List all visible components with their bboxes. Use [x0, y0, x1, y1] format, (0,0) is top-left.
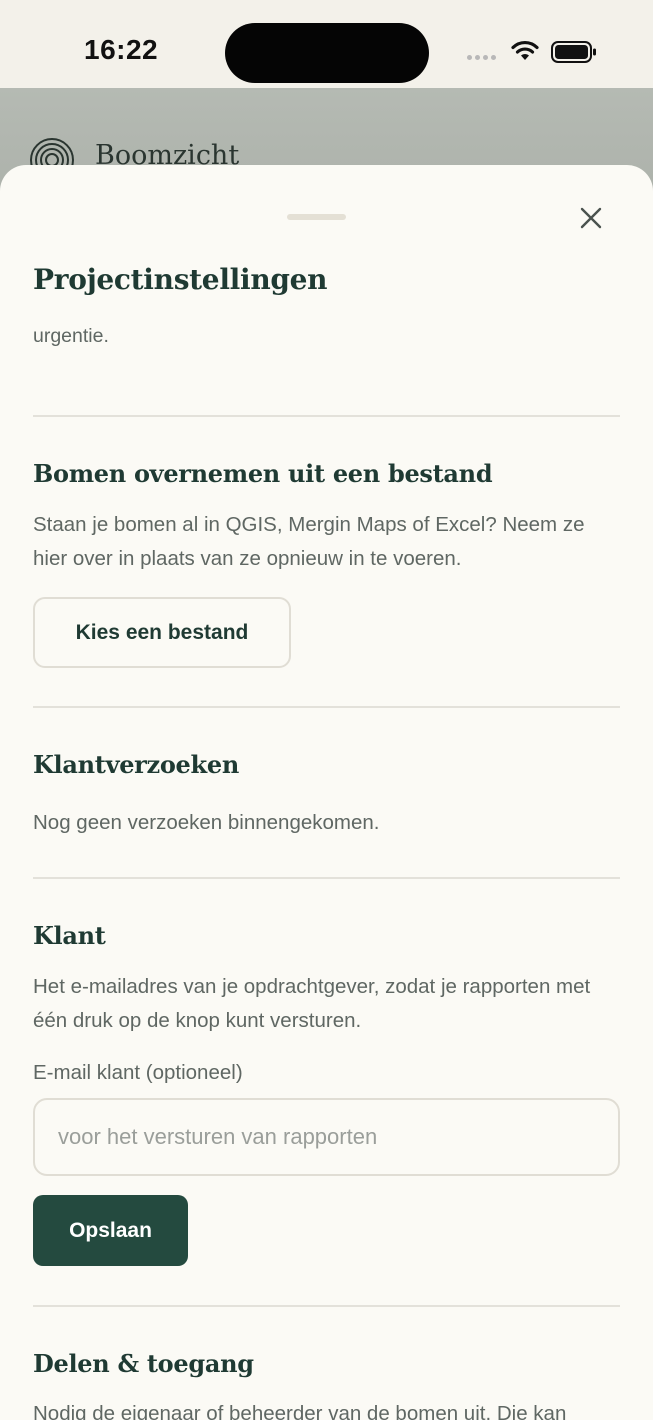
battery-icon [551, 41, 596, 63]
import-section-title: Bomen overnemen uit een bestand [33, 459, 493, 488]
signal-icon [467, 55, 496, 60]
share-section-description: Nodig de eigenaar of beheerder van de bo… [33, 1402, 567, 1420]
intro-text: nodig heeft — net als de gebreken, aanta… [33, 315, 600, 347]
close-icon [580, 207, 602, 229]
divider [33, 415, 620, 417]
settings-scroll-area[interactable]: nodig heeft — net als de gebreken, aanta… [0, 315, 653, 1420]
status-time: 16:22 [84, 34, 159, 65]
status-bar: 16:22 [0, 0, 653, 88]
import-section-description: Staan je bomen al in QGIS, Mergin Maps o… [33, 513, 585, 570]
wifi-icon [511, 40, 539, 60]
client-section-title: Klant [33, 921, 106, 950]
client-section-description: Het e-mailadres van je opdrachtgever, zo… [33, 975, 591, 1032]
project-settings-sheet: Projectinstellingen nodig heeft — net al… [0, 165, 653, 1420]
choose-file-button[interactable]: Kies een bestand [33, 597, 291, 668]
sheet-title: Projectinstellingen [33, 263, 328, 296]
divider [33, 877, 620, 879]
sheet-grabber[interactable] [287, 214, 346, 220]
requests-section-title: Klantverzoeken [33, 750, 239, 779]
divider [33, 1305, 620, 1307]
close-button[interactable] [572, 199, 610, 237]
share-section-title: Delen & toegang [33, 1349, 254, 1378]
dynamic-island [225, 23, 429, 83]
client-email-field[interactable] [33, 1098, 620, 1176]
divider [33, 706, 620, 708]
save-button[interactable]: Opslaan [33, 1195, 188, 1266]
requests-empty-text: Nog geen verzoeken binnengekomen. [33, 811, 380, 834]
client-email-label: E-mail klant (optioneel) [33, 1061, 243, 1084]
